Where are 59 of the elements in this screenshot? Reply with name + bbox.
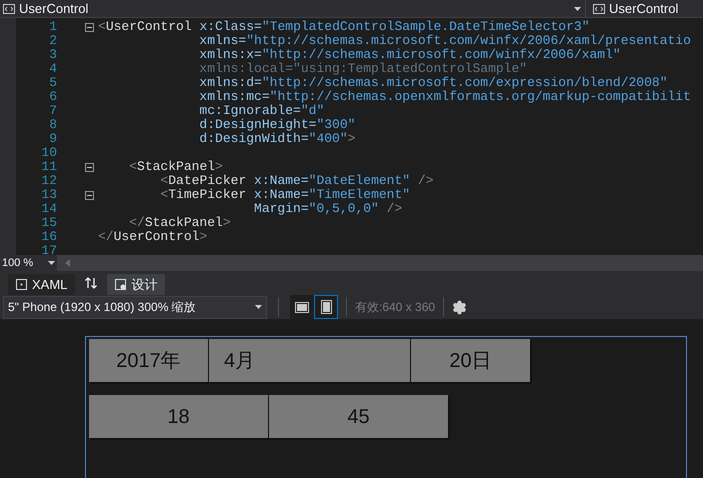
code-line: </StackPanel>: [129, 216, 231, 230]
design-icon: [115, 279, 126, 290]
picker-field[interactable]: 20日: [411, 339, 530, 382]
code-line: d:DesignWidth="400">: [199, 132, 356, 146]
settings-icon[interactable]: [452, 300, 468, 314]
code-line: <DatePicker x:Name="DateElement" />: [160, 174, 434, 188]
code-line: mc:Ignorable="d": [199, 104, 324, 118]
code-line: xmlns:x="http://schemas.microsoft.com/winfx/2006/xaml": [199, 48, 621, 62]
line-number: 12: [40, 174, 57, 188]
portrait-button[interactable]: [314, 295, 338, 319]
landscape-button[interactable]: [290, 295, 314, 319]
xaml-icon: [16, 279, 27, 290]
line-number: 10: [40, 146, 57, 160]
line-number: 2: [48, 34, 57, 48]
line-number: 1: [48, 20, 57, 34]
view-tab[interactable]: 设计: [107, 274, 166, 295]
line-number: 16: [40, 230, 57, 244]
caret-icon: [574, 6, 581, 10]
collapse-icon[interactable]: [85, 190, 94, 200]
code-icon: [593, 4, 605, 14]
landscape-icon: [295, 302, 309, 312]
swap-arrows-icon[interactable]: [85, 277, 98, 289]
line-number: 3: [48, 48, 57, 62]
code-line: <UserControl x:Class="TemplatedControlSample.DateTimeSelector3": [98, 20, 590, 34]
zoom-dropdown[interactable]: 100 %: [0, 255, 57, 271]
effective-size: 有效:640 x 360: [355, 299, 436, 316]
code-line: xmlns:local="using:TemplatedControlSample": [199, 62, 528, 76]
type-dropdown[interactable]: UserControl: [0, 0, 586, 17]
line-number: 9: [48, 132, 57, 146]
code-line: xmlns="http://schemas.microsoft.com/winfx/2006/xaml/presentatio: [199, 34, 691, 48]
code-line: </UserControl>: [98, 230, 208, 244]
line-number: 17: [40, 244, 57, 255]
collapse-icon[interactable]: [85, 162, 94, 172]
code-line: xmlns:d="http://schemas.microsoft.com/expression/blend/2008": [199, 76, 668, 90]
code-line: <StackPanel>: [129, 160, 223, 174]
view-tab[interactable]: XAML: [8, 274, 76, 295]
line-number: 7: [48, 104, 57, 118]
picker-field[interactable]: 45: [269, 395, 448, 438]
code-icon: [3, 4, 15, 14]
picker-field[interactable]: 4月: [209, 339, 410, 382]
portrait-icon: [320, 300, 332, 314]
code-line: <TimePicker x:Name="TimeElement": [160, 188, 410, 202]
line-number: 6: [48, 90, 57, 104]
caret-icon: [48, 261, 55, 265]
code-line: Margin="0,5,0,0" />: [254, 202, 402, 216]
line-number: 13: [40, 188, 57, 202]
line-number: 5: [48, 76, 57, 90]
line-number: 11: [40, 160, 57, 174]
line-number: 8: [48, 118, 57, 132]
caret-icon: [255, 305, 262, 309]
code-line: xmlns:mc="http://schemas.openxmlformats.org/markup-compatibilit: [199, 90, 691, 104]
code-line: d:DesignHeight="300": [199, 118, 356, 132]
picker-field[interactable]: 2017年: [89, 339, 208, 382]
device-dropdown[interactable]: 5" Phone (1920 x 1080) 300% 缩放: [3, 296, 267, 318]
collapse-icon[interactable]: [85, 22, 94, 32]
line-number: 4: [48, 62, 57, 76]
picker-field[interactable]: 18: [89, 395, 268, 438]
line-number: 14: [40, 202, 57, 216]
line-number: 15: [40, 216, 57, 230]
